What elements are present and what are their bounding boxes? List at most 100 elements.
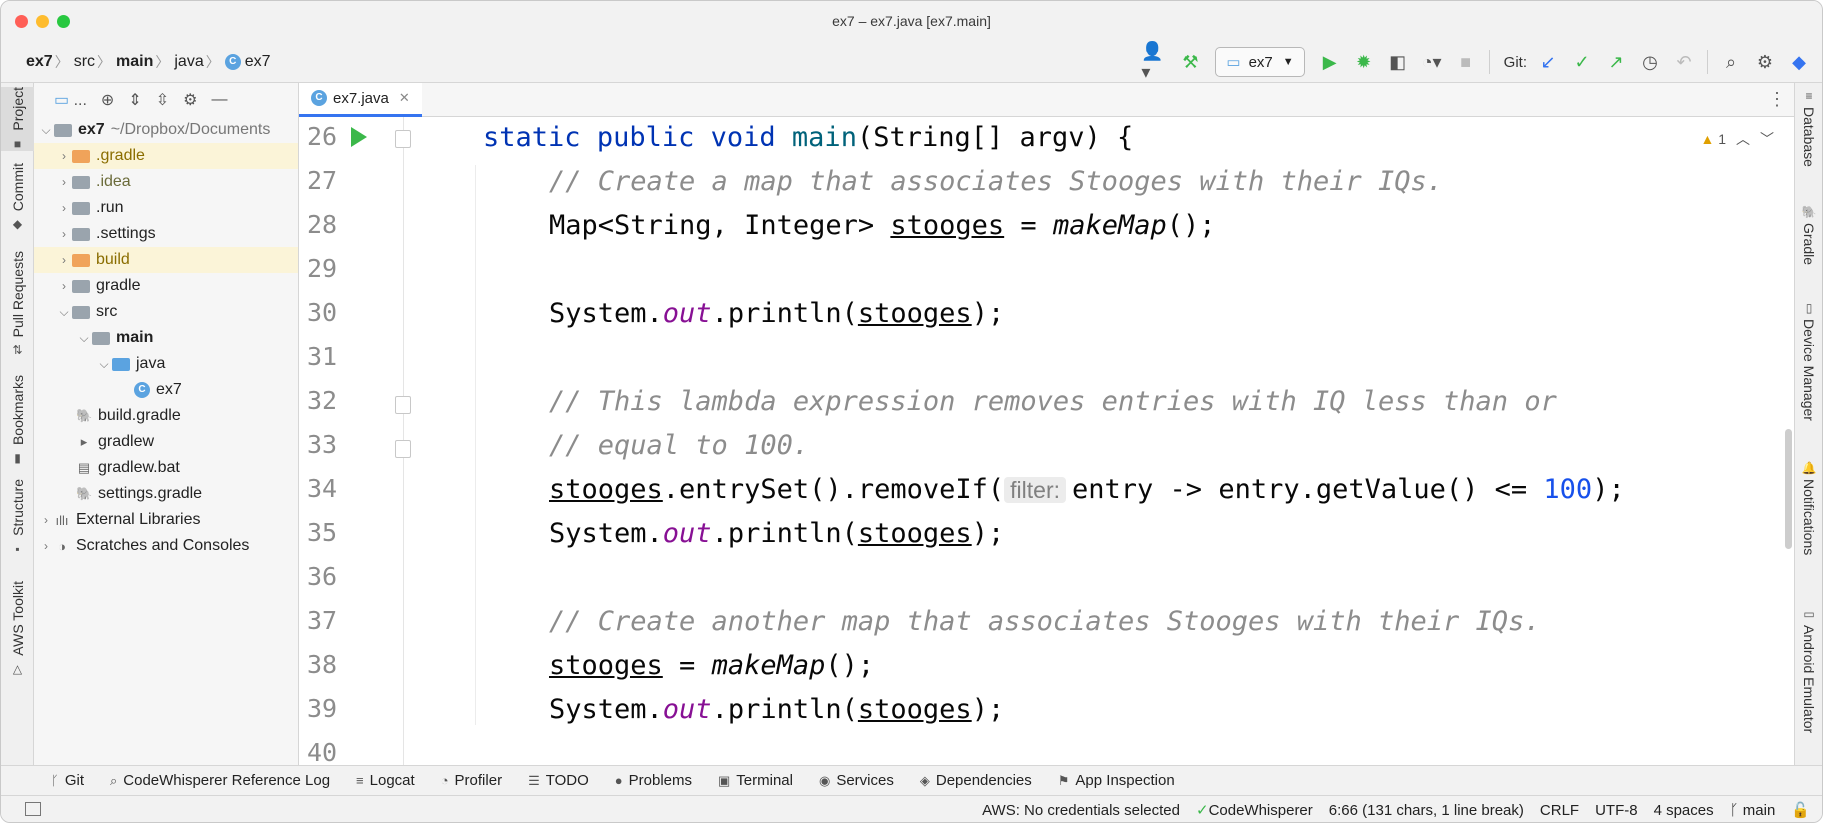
run-configuration-select[interactable]: ▭ ex7 ▼ — [1215, 47, 1305, 77]
hide-panel-icon[interactable]: — — [211, 91, 227, 109]
plugin-logo-icon[interactable]: ◆ — [1784, 47, 1814, 77]
tool-window-terminal[interactable]: ▣ Terminal — [718, 772, 793, 789]
tree-item-gradlew[interactable]: ▸ gradlew — [34, 429, 298, 455]
search-icon[interactable]: ⌕ — [1716, 47, 1746, 77]
chevron-right-icon[interactable]: › — [56, 149, 72, 163]
collapse-all-icon[interactable]: ⇳ — [156, 90, 169, 110]
tree-item-build[interactable]: › build — [34, 247, 298, 273]
tool-window-services[interactable]: ◉ Services — [819, 772, 894, 789]
chevron-right-icon[interactable]: › — [56, 227, 72, 241]
tool-tab-android-emulator[interactable]: ▭ Android Emulator — [1795, 607, 1822, 733]
codewhisperer-status[interactable]: ✓CodeWhisperer — [1196, 801, 1313, 819]
chevron-right-icon[interactable]: › — [38, 513, 54, 527]
previous-highlight-icon[interactable]: ︿ — [1736, 129, 1750, 149]
locate-icon[interactable]: ⊕ — [101, 90, 114, 110]
breadcrumb-item-project[interactable]: ex7 — [26, 53, 53, 71]
next-highlight-icon[interactable]: ﹀ — [1760, 129, 1774, 149]
tree-item-external-libraries[interactable]: › ıllı External Libraries — [34, 507, 298, 533]
run-gutter-icon[interactable] — [351, 127, 367, 147]
chevron-right-icon[interactable]: › — [38, 539, 54, 553]
more-options-icon[interactable]: ⋮ — [1768, 89, 1786, 110]
chevron-down-icon[interactable]: ⌵ — [38, 123, 54, 138]
breadcrumb-item-main[interactable]: main — [116, 53, 153, 71]
tree-item-settings[interactable]: › .settings — [34, 221, 298, 247]
tree-item-ex7[interactable]: ⌵ ex7 ~/Dropbox/Documents — [34, 117, 298, 143]
tree-item-idea[interactable]: › .idea — [34, 169, 298, 195]
tool-window-dependencies[interactable]: ◈ Dependencies — [920, 772, 1032, 789]
tool-window-git[interactable]: ᚴ Git — [51, 772, 84, 789]
tool-tab-structure[interactable]: Structure ▪ — [1, 479, 34, 556]
chevron-down-icon[interactable]: ⌵ — [56, 305, 72, 320]
tool-tab-notifications[interactable]: 🔔 Notifications — [1795, 461, 1822, 555]
tree-item-build-gradle[interactable]: 🐘 build.gradle — [34, 403, 298, 429]
git-branch-widget[interactable]: ᚴ main — [1730, 802, 1776, 819]
breadcrumb-item-src[interactable]: src — [74, 53, 95, 71]
debug-icon[interactable]: ✹ — [1349, 47, 1379, 77]
chevron-down-icon[interactable]: ⌵ — [76, 331, 92, 346]
tool-tab-commit[interactable]: Commit ◆ — [1, 163, 34, 231]
toggle-tool-windows-icon[interactable] — [25, 802, 41, 816]
tool-window-app-inspection[interactable]: ⚑ App Inspection — [1058, 772, 1175, 789]
code-area[interactable]: 26 27 28 29 30 31 32 33 34 35 36 37 38 3… — [299, 117, 1796, 765]
aws-credentials-status[interactable]: AWS: No credentials selected — [982, 802, 1180, 819]
inspection-widget[interactable]: ▲ 1 ︿ ﹀ — [1700, 129, 1774, 149]
tool-tab-device-manager[interactable]: ▯ Device Manager — [1795, 301, 1822, 421]
bell-icon: 🔔 — [1801, 461, 1817, 475]
tree-item-ex7-class[interactable]: Cex7 — [34, 377, 298, 403]
tool-window-codewhisperer-log[interactable]: ⌕ CodeWhisperer Reference Log — [110, 772, 330, 789]
chevron-right-icon[interactable]: › — [56, 279, 72, 293]
tree-item-scratches[interactable]: › ◑ Scratches and Consoles — [34, 533, 298, 559]
settings-gear-icon[interactable]: ⚙ — [1750, 47, 1780, 77]
git-update-icon[interactable]: ↙ — [1533, 47, 1563, 77]
run-icon[interactable]: ▶ — [1315, 47, 1345, 77]
tree-item-settings-gradle[interactable]: 🐘 settings.gradle — [34, 481, 298, 507]
tree-item-run[interactable]: › .run — [34, 195, 298, 221]
encoding-selector[interactable]: UTF-8 — [1595, 802, 1638, 819]
tool-window-todo[interactable]: ☰ TODO — [528, 772, 589, 789]
stop-icon[interactable]: ■ — [1451, 47, 1481, 77]
tab-ex7-java[interactable]: Cex7.java ✕ — [299, 82, 422, 117]
chevron-right-icon[interactable]: › — [56, 175, 72, 189]
tree-item-src[interactable]: ⌵ src — [34, 299, 298, 325]
expand-all-icon[interactable]: ⇕ — [128, 90, 141, 110]
view-selector[interactable]: ▭ ... — [54, 90, 87, 110]
line-ending-selector[interactable]: CRLF — [1540, 802, 1579, 819]
tree-item-gradle[interactable]: › gradle — [34, 273, 298, 299]
tree-item-gradlew-bat[interactable]: ▤ gradlew.bat — [34, 455, 298, 481]
tool-window-problems[interactable]: ● Problems — [615, 772, 692, 789]
indent-selector[interactable]: 4 spaces — [1654, 802, 1714, 819]
caret-position[interactable]: 6:66 (131 chars, 1 line break) — [1329, 802, 1524, 819]
tree-item-gradle-dir[interactable]: › .gradle — [34, 143, 298, 169]
tool-tab-aws-toolkit[interactable]: AWS Toolkit △ — [1, 581, 34, 676]
breadcrumb-item-class[interactable]: Cex7 — [224, 53, 271, 71]
lock-icon[interactable]: 🔓 — [1791, 801, 1810, 819]
fold-marker[interactable] — [395, 396, 411, 414]
vertical-scrollbar[interactable] — [1785, 429, 1792, 549]
tool-window-logcat[interactable]: ≡ Logcat — [356, 772, 415, 789]
close-icon[interactable]: ✕ — [399, 90, 410, 106]
tree-item-java[interactable]: ⌵ java — [34, 351, 298, 377]
tree-item-main[interactable]: ⌵ main — [34, 325, 298, 351]
profile-icon[interactable]: ◔▾ — [1417, 47, 1447, 77]
breadcrumb-item-java[interactable]: java — [174, 53, 203, 71]
fold-marker[interactable] — [395, 440, 411, 458]
code-line-37: // Create another map that associates St… — [549, 606, 1541, 637]
coverage-icon[interactable]: ◧ — [1383, 47, 1413, 77]
tool-tab-project[interactable]: Project ■ — [1, 87, 34, 151]
git-commit-icon[interactable]: ✓ — [1567, 47, 1597, 77]
fold-marker[interactable] — [395, 130, 411, 148]
git-history-icon[interactable]: ◷ — [1635, 47, 1665, 77]
chevron-right-icon[interactable]: › — [56, 201, 72, 215]
git-push-icon[interactable]: ↗ — [1601, 47, 1631, 77]
user-icon[interactable]: 👤▾ — [1141, 41, 1171, 82]
tool-tab-pull-requests[interactable]: Pull Requests ⇅ — [1, 251, 34, 357]
options-gear-icon[interactable]: ⚙ — [183, 90, 197, 110]
build-hammer-icon[interactable]: ⚒ — [1175, 47, 1205, 77]
tool-tab-bookmarks[interactable]: Bookmarks ▮ — [1, 375, 34, 465]
git-rollback-icon[interactable]: ↶ — [1669, 47, 1699, 77]
tool-tab-gradle[interactable]: 🐘 Gradle — [1795, 205, 1822, 265]
tool-window-profiler[interactable]: ◔ Profiler — [441, 772, 502, 789]
tool-tab-database[interactable]: ≡ Database — [1795, 89, 1822, 167]
chevron-right-icon[interactable]: › — [56, 253, 72, 267]
chevron-down-icon[interactable]: ⌵ — [96, 357, 112, 372]
